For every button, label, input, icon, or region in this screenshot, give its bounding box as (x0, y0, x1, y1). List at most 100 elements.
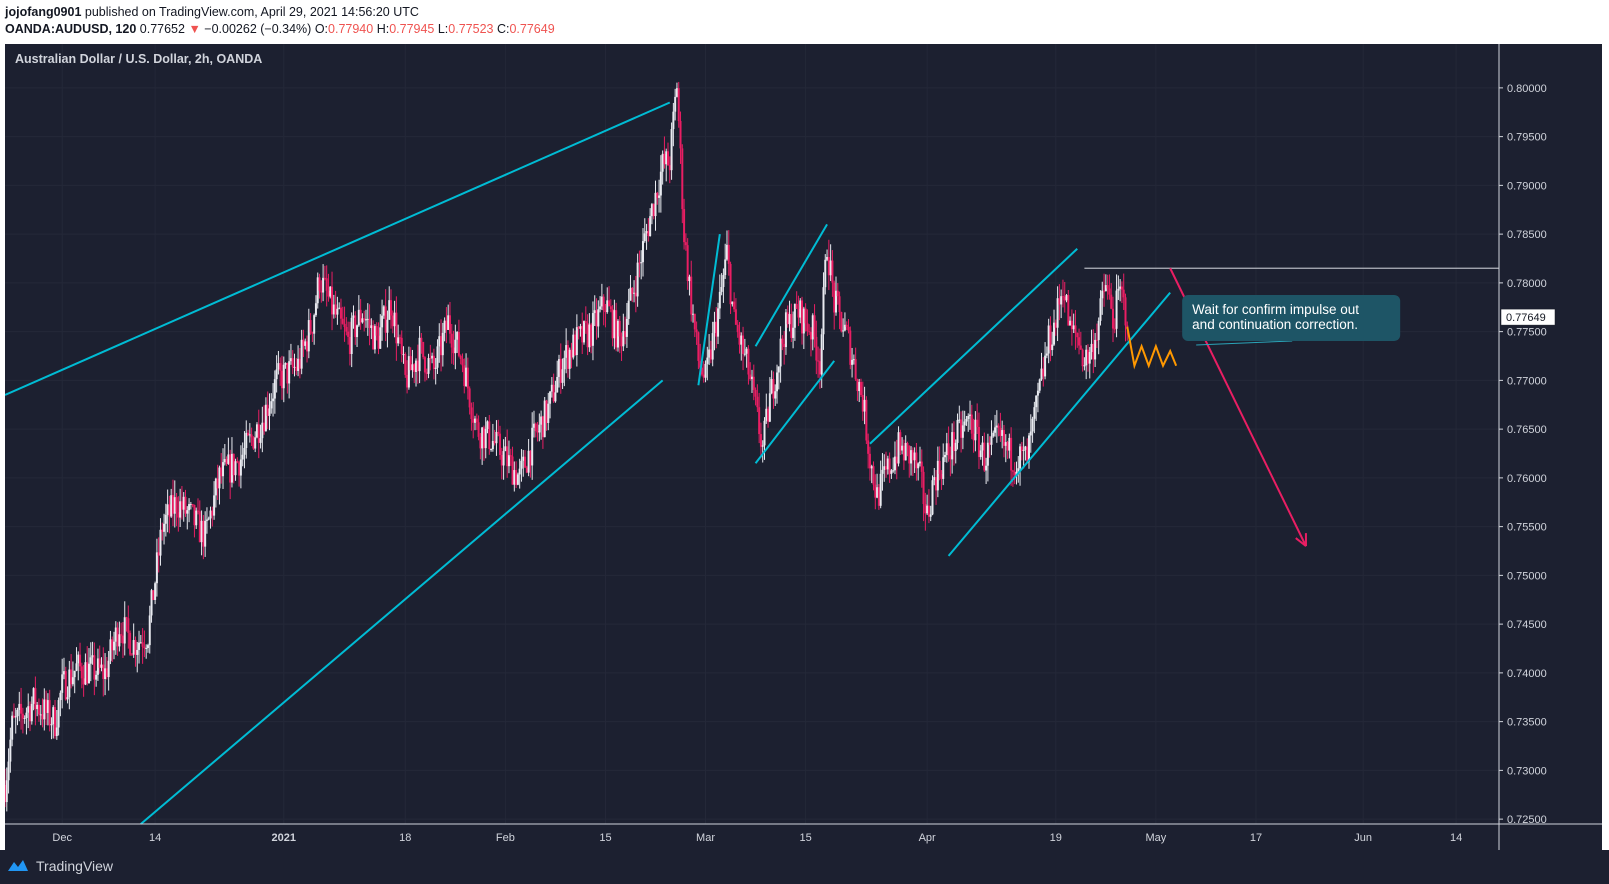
candle-body (515, 470, 518, 485)
candle (139, 634, 142, 644)
candle (543, 396, 546, 438)
candle-body (499, 433, 502, 455)
candle (802, 306, 805, 350)
candle-body (792, 327, 795, 338)
candle-body (583, 321, 586, 343)
candle (754, 387, 757, 406)
candle (588, 313, 591, 352)
candle (761, 440, 764, 463)
candle-body (683, 209, 686, 243)
high-value: 0.77945 (389, 22, 435, 36)
candle (926, 494, 929, 516)
candle (1103, 273, 1106, 307)
candle (836, 283, 839, 305)
candle (499, 425, 502, 460)
candle (447, 304, 450, 331)
candle-body (377, 335, 380, 349)
low-label: L: (437, 22, 449, 36)
candle (191, 503, 194, 508)
candle (1053, 309, 1056, 346)
candle-body (189, 503, 192, 505)
candle-body (388, 300, 391, 320)
candle-body (876, 487, 879, 498)
candle-body (481, 427, 484, 449)
candle-body (969, 414, 972, 417)
candle-body (793, 303, 796, 328)
candle-body (997, 425, 1000, 428)
low-value: 0.77523 (448, 22, 494, 36)
candle (130, 653, 133, 656)
candle-body (847, 326, 850, 331)
candle-body (336, 308, 339, 315)
candle-body (584, 321, 587, 324)
candle (314, 295, 317, 317)
publish-header: jojofang0901 published on TradingView.co… (0, 0, 1609, 42)
candle (965, 415, 968, 426)
candle (332, 294, 335, 319)
candle-body (715, 321, 718, 337)
candle (239, 445, 242, 489)
author-name[interactable]: jojofang0901 (5, 5, 81, 19)
candle-body (395, 312, 398, 344)
candle-body (148, 615, 151, 646)
candle-body (198, 511, 201, 543)
candle-body (84, 662, 87, 685)
candle-body (524, 456, 527, 468)
candle (366, 303, 369, 336)
candle (634, 275, 637, 313)
x-tick-label: 14 (149, 832, 161, 844)
candle-body (843, 324, 846, 331)
candle-body (675, 88, 678, 97)
candle-body (817, 360, 820, 362)
candle (577, 325, 580, 340)
candle-body (345, 327, 348, 332)
candle-body (511, 456, 514, 485)
candle-body (402, 354, 405, 356)
candle-body (384, 306, 387, 333)
price-chart[interactable]: Wait for confirm impulse outand continua… (5, 44, 1602, 850)
candle-body (440, 336, 443, 356)
candle (720, 273, 723, 296)
candle-body (702, 374, 705, 378)
candle-body (432, 355, 435, 370)
candle-body (200, 520, 203, 543)
candle (881, 453, 884, 491)
candle (1013, 462, 1016, 485)
candle-body (95, 674, 98, 680)
candle-body (1099, 298, 1102, 321)
candle (82, 664, 85, 697)
candle (951, 423, 954, 474)
candle-body (121, 635, 124, 644)
candle (198, 500, 201, 543)
candle (175, 492, 178, 527)
tradingview-brand[interactable]: TradingView (6, 858, 113, 874)
candle (509, 448, 512, 466)
candle-body (1008, 437, 1011, 451)
candle (616, 319, 619, 352)
candle (715, 307, 718, 349)
candle (629, 275, 632, 301)
candle (727, 230, 730, 276)
candle (164, 503, 167, 537)
candle-body (300, 339, 303, 369)
candle (486, 420, 489, 434)
candle (418, 326, 421, 384)
candle (1079, 331, 1082, 350)
candle (520, 449, 523, 482)
candle (524, 450, 527, 469)
candle (672, 102, 675, 147)
candle-body (116, 627, 119, 647)
candle-body (314, 303, 317, 316)
candle (936, 446, 939, 498)
candle-body (933, 477, 936, 481)
open-value: 0.77940 (328, 22, 374, 36)
candle-body (341, 318, 344, 324)
candle (154, 581, 157, 605)
candle-body (808, 331, 811, 333)
candle (322, 264, 325, 302)
candle (391, 310, 394, 334)
candle-body (134, 640, 137, 655)
candle (300, 329, 303, 375)
candle (970, 404, 973, 440)
y-tick-label: 0.73000 (1507, 765, 1547, 777)
